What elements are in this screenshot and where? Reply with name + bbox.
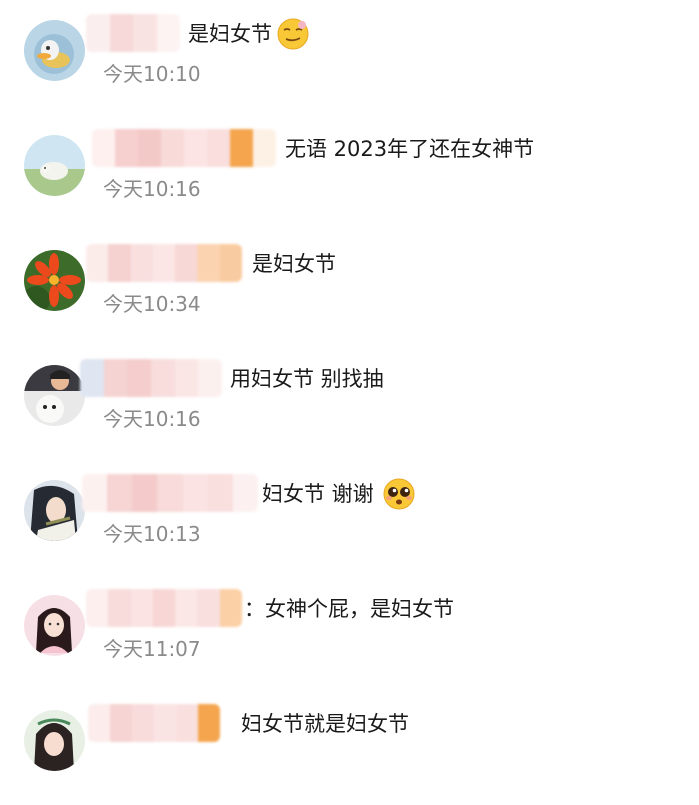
avatar[interactable]	[24, 20, 85, 81]
comment-item: 无语 2023年了还在女神节 今天10:16	[0, 115, 699, 230]
comment-text-row: ：女神个屁，是妇女节	[244, 593, 454, 625]
username-redacted[interactable]	[82, 474, 258, 512]
avatar-image	[24, 20, 85, 81]
pleading-face-emoji-icon	[382, 477, 416, 511]
comment-timestamp: 今天10:16	[103, 177, 201, 201]
avatar[interactable]	[24, 250, 85, 311]
comment-item: 妇女节 谢谢 今天10:13	[0, 460, 699, 575]
username-redacted[interactable]	[86, 244, 242, 282]
comment-timestamp: 今天10:13	[103, 522, 201, 546]
comment-item: 妇女节就是妇女节	[0, 690, 699, 805]
username-redacted[interactable]	[80, 359, 222, 397]
comment-timestamp: 今天11:07	[103, 637, 201, 661]
comment-text-row: 是妇女节	[252, 248, 336, 280]
avatar[interactable]	[24, 365, 85, 426]
comment-item: 是妇女节 今天10:34	[0, 230, 699, 345]
comment-text-row: 妇女节 谢谢	[262, 478, 416, 510]
username-redacted[interactable]	[92, 129, 276, 167]
avatar-image	[24, 480, 85, 541]
comment-text: ：女神个屁，是妇女节	[244, 597, 454, 621]
smirk-face-emoji-icon	[276, 17, 310, 51]
avatar[interactable]	[24, 595, 85, 656]
comment-text-row: 是妇女节	[188, 18, 310, 50]
comment-item: 用妇女节 别找抽 今天10:16	[0, 345, 699, 460]
avatar[interactable]	[24, 480, 85, 541]
comment-item: ：女神个屁，是妇女节 今天11:07	[0, 575, 699, 690]
comment-timestamp: 今天10:10	[103, 62, 201, 86]
comment-text-row: 妇女节就是妇女节	[241, 708, 409, 740]
comment-text: 是妇女节	[188, 22, 272, 46]
comment-text: 妇女节 谢谢	[262, 482, 374, 506]
comment-item: 是妇女节 今天10:10	[0, 0, 699, 115]
avatar[interactable]	[24, 135, 85, 196]
username-redacted[interactable]	[86, 14, 180, 52]
comment-text: 是妇女节	[252, 252, 336, 276]
username-redacted[interactable]	[86, 589, 242, 627]
avatar-image	[24, 365, 85, 426]
avatar-image	[24, 135, 85, 196]
comment-text-row: 无语 2023年了还在女神节	[285, 133, 534, 165]
avatar-image	[24, 710, 85, 771]
comment-text: 无语 2023年了还在女神节	[285, 137, 535, 161]
avatar-image	[24, 250, 85, 311]
comment-timestamp: 今天10:34	[103, 292, 201, 316]
comment-text-row: 用妇女节 别找抽	[230, 363, 384, 395]
comment-text: 用妇女节 别找抽	[230, 367, 384, 391]
avatar-image	[24, 595, 85, 656]
comment-timestamp: 今天10:16	[103, 407, 201, 431]
avatar[interactable]	[24, 710, 85, 771]
comment-text: 妇女节就是妇女节	[241, 712, 409, 736]
username-redacted[interactable]	[88, 704, 220, 742]
